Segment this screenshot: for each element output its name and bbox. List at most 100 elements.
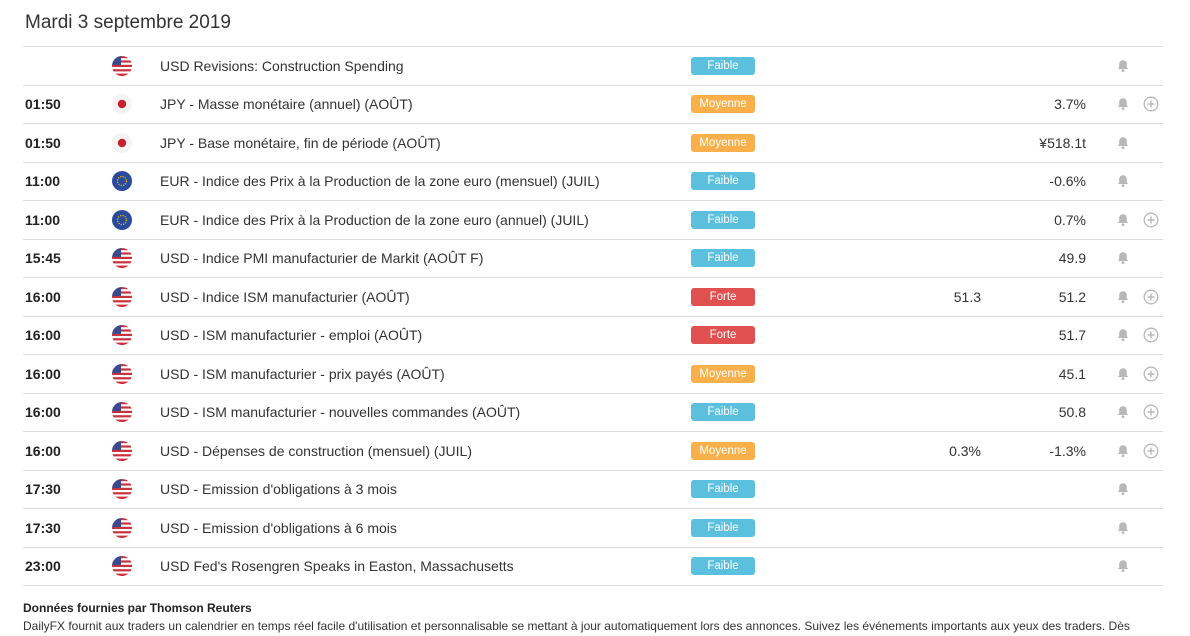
forecast-value: 51.3 bbox=[953, 288, 981, 305]
event-title[interactable]: USD - Emission d'obligations à 3 mois bbox=[160, 481, 397, 497]
event-time: 16:00 bbox=[25, 327, 61, 344]
jp-flag-icon bbox=[112, 94, 132, 115]
previous-value: -0.6% bbox=[1049, 173, 1086, 190]
bell-icon[interactable] bbox=[1116, 521, 1130, 535]
event-title[interactable]: JPY - Base monétaire, fin de période (AO… bbox=[160, 135, 441, 151]
event-row[interactable]: 17:30 USD - Emission d'obligations à 3 m… bbox=[23, 471, 1163, 509]
event-time: 16:00 bbox=[25, 288, 61, 305]
event-title[interactable]: USD - ISM manufacturier - prix payés (AO… bbox=[160, 366, 445, 382]
event-time: 16:00 bbox=[25, 442, 61, 459]
eu-flag-icon bbox=[112, 171, 132, 192]
bell-icon[interactable] bbox=[1116, 251, 1130, 265]
bell-icon[interactable] bbox=[1116, 482, 1130, 496]
importance-badge: Faible bbox=[691, 210, 755, 229]
previous-value: 0.7% bbox=[1054, 211, 1086, 228]
event-time: 11:00 bbox=[25, 173, 61, 190]
event-row[interactable]: 11:00 EUR - Indice des Prix à la Product… bbox=[23, 201, 1163, 240]
importance-badge: Faible bbox=[691, 56, 755, 75]
event-row[interactable]: 16:00 USD - Dépenses de construction (me… bbox=[23, 432, 1163, 471]
importance-badge: Forte bbox=[691, 326, 755, 345]
expand-plus-icon[interactable] bbox=[1143, 289, 1159, 305]
expand-plus-icon[interactable] bbox=[1143, 96, 1159, 112]
importance-badge: Forte bbox=[691, 287, 755, 306]
event-title[interactable]: USD - Dépenses de construction (mensuel)… bbox=[160, 443, 472, 459]
us-flag-icon bbox=[112, 517, 132, 538]
event-time: 17:30 bbox=[25, 519, 61, 536]
bell-icon[interactable] bbox=[1116, 367, 1130, 381]
event-row[interactable]: USD Revisions: Construction Spending Faib… bbox=[23, 47, 1163, 86]
event-time: 11:00 bbox=[25, 211, 61, 228]
event-row[interactable]: 23:00 USD Fed's Rosengren Speaks in East… bbox=[23, 548, 1163, 586]
importance-badge: Moyenne bbox=[691, 133, 755, 152]
event-row[interactable]: 11:00 EUR - Indice des Prix à la Product… bbox=[23, 163, 1163, 201]
event-row[interactable]: 16:00 USD - ISM manufacturier - nouvelle… bbox=[23, 394, 1163, 432]
us-flag-icon bbox=[112, 440, 132, 461]
event-time: 16:00 bbox=[25, 404, 61, 421]
previous-value: 50.8 bbox=[1058, 404, 1086, 421]
previous-value: -1.3% bbox=[1049, 442, 1086, 459]
event-row[interactable]: 01:50 JPY - Masse monétaire (annuel) (AO… bbox=[23, 86, 1163, 124]
importance-badge: Moyenne bbox=[691, 441, 755, 460]
event-title[interactable]: USD - Indice PMI manufacturier de Markit… bbox=[160, 250, 483, 266]
importance-badge: Faible bbox=[691, 403, 755, 422]
importance-badge: Faible bbox=[691, 172, 755, 191]
bell-icon[interactable] bbox=[1116, 136, 1130, 150]
bell-icon[interactable] bbox=[1116, 559, 1130, 573]
footer-text: DailyFX fournit aux traders un calendrie… bbox=[23, 619, 1130, 633]
expand-plus-icon[interactable] bbox=[1143, 366, 1159, 382]
event-time: 17:30 bbox=[25, 481, 61, 498]
event-row[interactable]: 15:45 USD - Indice PMI manufacturier de … bbox=[23, 240, 1163, 278]
bell-icon[interactable] bbox=[1116, 290, 1130, 304]
event-row[interactable]: 16:00 USD - Indice ISM manufacturier (AO… bbox=[23, 278, 1163, 317]
event-time: 16:00 bbox=[25, 365, 61, 382]
event-row[interactable]: 16:00 USD - ISM manufacturier - emploi (… bbox=[23, 317, 1163, 355]
bell-icon[interactable] bbox=[1116, 213, 1130, 227]
forecast-value: 0.3% bbox=[949, 442, 981, 459]
date-heading: Mardi 3 septembre 2019 bbox=[25, 12, 231, 33]
event-title[interactable]: USD - ISM manufacturier - nouvelles comm… bbox=[160, 404, 520, 420]
previous-value: ¥518.1t bbox=[1039, 134, 1086, 151]
event-title[interactable]: USD - ISM manufacturier - emploi (AOÛT) bbox=[160, 327, 422, 343]
bell-icon[interactable] bbox=[1116, 174, 1130, 188]
expand-plus-icon[interactable] bbox=[1143, 212, 1159, 228]
event-title[interactable]: USD Fed's Rosengren Speaks in Easton, Ma… bbox=[160, 558, 514, 574]
bell-icon[interactable] bbox=[1116, 59, 1130, 73]
event-title[interactable]: USD Revisions: Construction Spending bbox=[160, 58, 404, 74]
event-title[interactable]: USD - Indice ISM manufacturier (AOÛT) bbox=[160, 289, 410, 305]
previous-value: 51.2 bbox=[1058, 288, 1086, 305]
event-row[interactable]: 16:00 USD - ISM manufacturier - prix pay… bbox=[23, 355, 1163, 394]
importance-badge: Faible bbox=[691, 518, 755, 537]
importance-badge: Faible bbox=[691, 480, 755, 499]
event-time: 15:45 bbox=[25, 250, 61, 267]
bell-icon[interactable] bbox=[1116, 444, 1130, 458]
us-flag-icon bbox=[112, 55, 132, 76]
us-flag-icon bbox=[112, 363, 132, 384]
bell-icon[interactable] bbox=[1116, 97, 1130, 111]
importance-badge: Moyenne bbox=[691, 95, 755, 114]
bell-icon[interactable] bbox=[1116, 405, 1130, 419]
event-row[interactable]: 17:30 USD - Emission d'obligations à 6 m… bbox=[23, 509, 1163, 548]
event-time: 01:50 bbox=[25, 134, 61, 151]
event-title[interactable]: USD - Emission d'obligations à 6 mois bbox=[160, 520, 397, 536]
us-flag-icon bbox=[112, 479, 132, 500]
event-time: 23:00 bbox=[25, 558, 61, 575]
us-flag-icon bbox=[112, 248, 132, 269]
importance-badge: Faible bbox=[691, 249, 755, 268]
event-row[interactable]: 01:50 JPY - Base monétaire, fin de pério… bbox=[23, 124, 1163, 163]
us-flag-icon bbox=[112, 325, 132, 346]
event-title[interactable]: JPY - Masse monétaire (annuel) (AOÛT) bbox=[160, 96, 413, 112]
previous-value: 3.7% bbox=[1054, 96, 1086, 113]
footer-title: Données fournies par Thomson Reuters bbox=[23, 601, 252, 615]
bell-icon[interactable] bbox=[1116, 328, 1130, 342]
expand-plus-icon[interactable] bbox=[1143, 327, 1159, 343]
us-flag-icon bbox=[112, 402, 132, 423]
expand-plus-icon[interactable] bbox=[1143, 404, 1159, 420]
event-time: 01:50 bbox=[25, 96, 61, 113]
importance-badge: Moyenne bbox=[691, 364, 755, 383]
calendar-table: USD Revisions: Construction Spending Faib… bbox=[23, 46, 1163, 586]
event-title[interactable]: EUR - Indice des Prix à la Production de… bbox=[160, 173, 600, 189]
importance-badge: Faible bbox=[691, 557, 755, 576]
event-title[interactable]: EUR - Indice des Prix à la Production de… bbox=[160, 212, 589, 228]
jp-flag-icon bbox=[112, 132, 132, 153]
expand-plus-icon[interactable] bbox=[1143, 443, 1159, 459]
